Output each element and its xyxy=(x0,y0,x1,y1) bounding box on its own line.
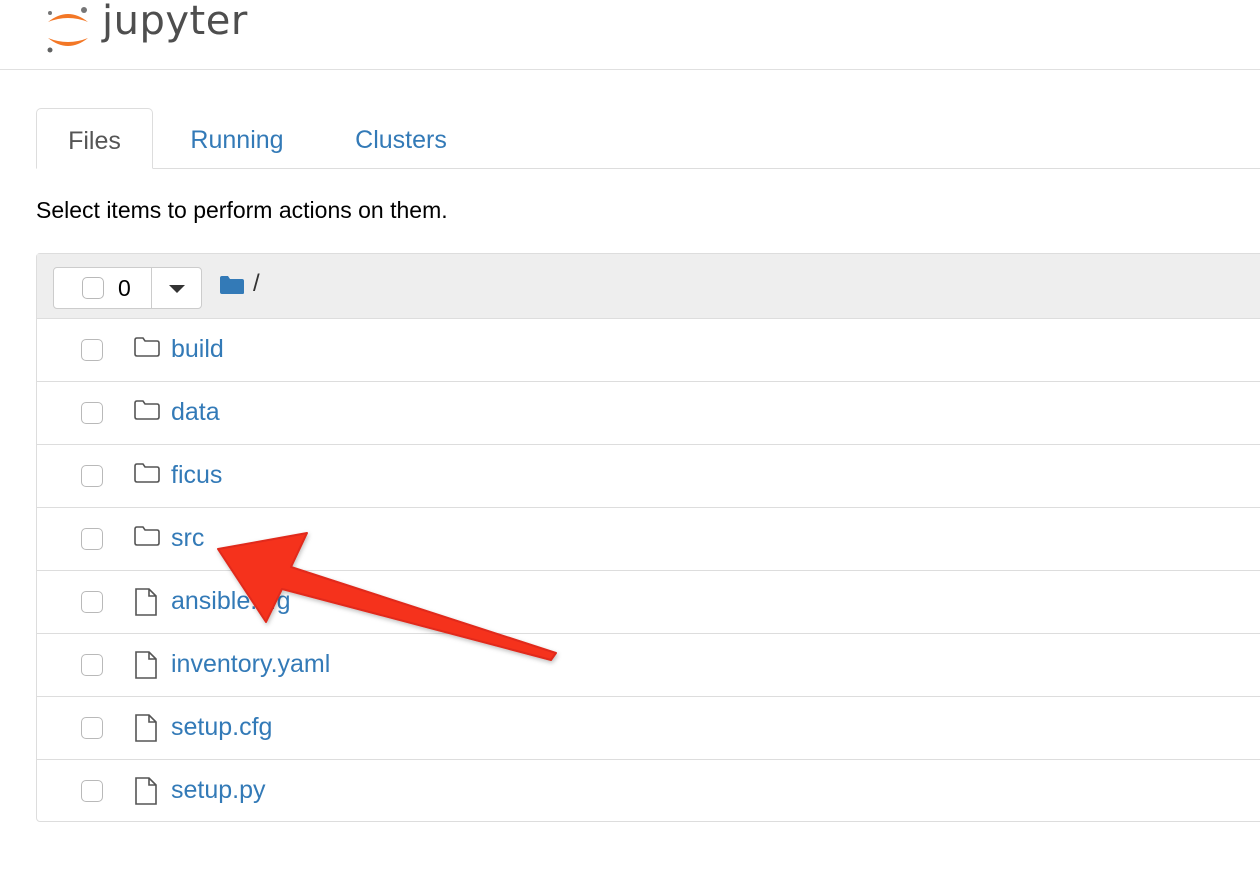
row-checkbox[interactable] xyxy=(81,528,103,550)
jupyter-logo[interactable]: jupyter xyxy=(40,0,280,58)
file-link[interactable]: build xyxy=(171,335,224,364)
row-checkbox[interactable] xyxy=(81,654,103,676)
file-link[interactable]: ansible.cfg xyxy=(171,587,291,616)
folder-outline-icon xyxy=(133,399,161,426)
list-item[interactable]: ansible.cfg xyxy=(37,571,1260,634)
chevron-down-icon[interactable] xyxy=(169,285,185,293)
file-link[interactable]: inventory.yaml xyxy=(171,650,330,679)
file-link[interactable]: data xyxy=(171,398,220,427)
file-link[interactable]: ficus xyxy=(171,461,222,490)
selection-hint: Select items to perform actions on them. xyxy=(36,197,448,223)
list-item[interactable]: ficus xyxy=(37,445,1260,508)
list-item[interactable]: setup.py xyxy=(37,760,1260,823)
row-checkbox[interactable] xyxy=(81,591,103,613)
row-checkbox[interactable] xyxy=(81,717,103,739)
select-all-checkbox[interactable] xyxy=(82,277,104,299)
file-icon xyxy=(133,651,159,684)
list-item[interactable]: build xyxy=(37,319,1260,382)
file-icon xyxy=(133,777,159,810)
jupyter-logo-icon xyxy=(47,7,88,53)
row-checkbox[interactable] xyxy=(81,465,103,487)
breadcrumb-root[interactable]: / xyxy=(253,270,260,298)
file-link[interactable]: src xyxy=(171,524,204,553)
folder-outline-icon xyxy=(133,462,161,489)
row-checkbox[interactable] xyxy=(81,402,103,424)
folder-icon[interactable] xyxy=(219,275,245,300)
folder-outline-icon xyxy=(133,336,161,363)
select-all-area: 0 xyxy=(54,268,152,308)
list-item[interactable]: inventory.yaml xyxy=(37,634,1260,697)
list-item[interactable]: setup.cfg xyxy=(37,697,1260,760)
list-item[interactable]: data xyxy=(37,382,1260,445)
file-link[interactable]: setup.cfg xyxy=(171,713,272,742)
folder-outline-icon xyxy=(133,525,161,552)
tab-files[interactable]: Files xyxy=(36,108,153,169)
file-link[interactable]: setup.py xyxy=(171,776,266,805)
select-all-dropdown[interactable]: 0 xyxy=(53,267,202,309)
tab-bar: Files Running Clusters xyxy=(36,108,1260,169)
list-item[interactable]: src xyxy=(37,508,1260,571)
file-list: 0 / build data ficus src ansible.cfg inv… xyxy=(36,253,1260,822)
tab-clusters[interactable]: Clusters xyxy=(342,108,460,168)
file-icon xyxy=(133,714,159,747)
row-checkbox[interactable] xyxy=(81,780,103,802)
tab-running[interactable]: Running xyxy=(176,108,298,168)
file-icon xyxy=(133,588,159,621)
row-checkbox[interactable] xyxy=(81,339,103,361)
selected-count: 0 xyxy=(118,275,131,301)
header: jupyter xyxy=(0,0,1260,70)
file-list-header: 0 / xyxy=(37,254,1260,319)
brand-name: jupyter xyxy=(102,0,248,44)
